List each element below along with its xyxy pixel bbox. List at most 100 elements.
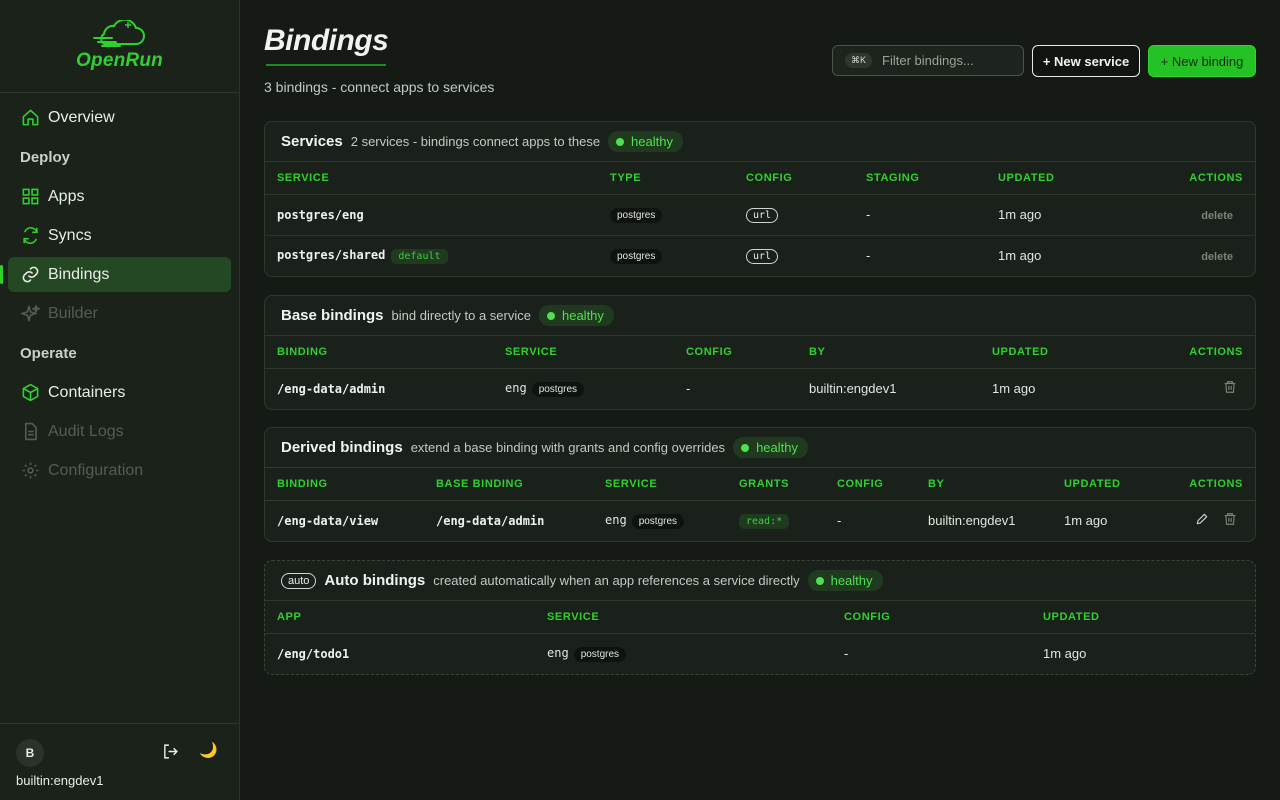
panel-desc: created automatically when an app refere… <box>433 573 800 588</box>
nav-section-deploy: Deploy <box>20 148 71 166</box>
nav-section-operate: Operate <box>20 344 77 362</box>
app-name[interactable]: /eng/todo1 <box>277 647 349 661</box>
panel-desc: bind directly to a service <box>391 308 531 323</box>
grant-tag: read:* <box>739 514 790 530</box>
sidebar-item-configuration[interactable]: Configuration <box>8 453 231 488</box>
binding-name[interactable]: /eng-data/admin <box>277 382 385 396</box>
health-badge: healthy <box>608 131 683 152</box>
new-service-button[interactable]: + New service <box>1032 45 1140 77</box>
base-bindings-panel: Base bindings bind directly to a service… <box>264 295 1256 410</box>
filter-box[interactable]: ⌘K <box>832 45 1024 76</box>
type-tag: postgres <box>631 514 685 530</box>
pencil-icon[interactable] <box>1195 512 1209 529</box>
column-header: STAGING <box>854 162 986 195</box>
sidebar-item-label: Syncs <box>48 226 92 244</box>
auto-bindings-table: APP SERVICE CONFIG UPDATED /eng/todo1 en… <box>265 601 1255 674</box>
logo[interactable]: OpenRun <box>0 0 239 93</box>
derived-bindings-panel: Derived bindings extend a base binding w… <box>264 427 1256 542</box>
sidebar-item-label: Configuration <box>48 461 144 479</box>
table-row[interactable]: /eng-data/view /eng-data/admin eng postgr… <box>265 500 1255 541</box>
delete-button[interactable]: delete <box>1201 210 1233 222</box>
sidebar-item-label: Audit Logs <box>48 422 124 440</box>
panel-desc: 2 services - bindings connect apps to th… <box>350 134 601 149</box>
table-row[interactable]: /eng/todo1 eng postgres - 1m ago <box>265 633 1255 674</box>
staging-value: - <box>866 248 871 264</box>
link-icon <box>20 265 40 285</box>
updated-value: 1m ago <box>1043 646 1087 662</box>
sidebar-item-label: Apps <box>48 187 85 205</box>
by-value: builtin:engdev1 <box>928 513 1016 529</box>
panel-title: Derived bindings <box>281 439 403 456</box>
title-underline <box>266 64 386 66</box>
config-tag: url <box>746 208 779 223</box>
base-bindings-table: BINDING SERVICE CONFIG BY UPDATED ACTION… <box>265 336 1255 409</box>
panel-title: Services <box>281 133 343 150</box>
sidebar-nav: Overview Deploy Apps Syncs Bindings Buil <box>0 100 231 492</box>
new-binding-button[interactable]: + New binding <box>1148 45 1256 77</box>
sidebar-item-bindings[interactable]: Bindings <box>0 257 231 292</box>
services-header: Services 2 services - bindings connect a… <box>265 122 1255 162</box>
column-header: UPDATED <box>986 162 1116 195</box>
current-user: builtin:engdev1 <box>16 773 104 788</box>
column-header: APP <box>265 601 535 634</box>
health-dot-icon <box>546 311 555 320</box>
column-header: CONFIG <box>674 336 797 369</box>
type-tag: postgres <box>610 249 663 265</box>
column-header: CONFIG <box>832 601 1031 634</box>
table-row[interactable]: postgres/shared default postgres url - 1m… <box>265 235 1255 276</box>
sidebar-item-audit-logs[interactable]: Audit Logs <box>8 414 231 449</box>
service-name: eng <box>505 381 527 396</box>
column-header: UPDATED <box>1031 601 1255 634</box>
config-value: - <box>686 381 691 397</box>
sidebar-item-label: Bindings <box>48 265 110 283</box>
health-badge: healthy <box>733 437 808 458</box>
shortcut-badge: ⌘K <box>845 53 873 68</box>
logout-icon[interactable] <box>162 743 179 763</box>
sidebar-item-containers[interactable]: Containers <box>8 375 231 410</box>
config-tag: url <box>746 249 779 265</box>
service-name[interactable]: postgres/shared <box>277 248 385 262</box>
base-bindings-header: Base bindings bind directly to a service… <box>265 296 1255 336</box>
service-name[interactable]: postgres/eng <box>277 208 364 222</box>
column-header: ACTIONS <box>1116 162 1255 195</box>
column-header: BY <box>916 468 1052 501</box>
updated-value: 1m ago <box>986 194 1116 236</box>
health-label: healthy <box>830 573 873 588</box>
grid-icon <box>20 187 40 207</box>
staging-value: - <box>854 194 986 236</box>
logo-text: OpenRun <box>76 50 163 71</box>
column-header: BINDING <box>265 336 493 369</box>
service-name: eng <box>547 646 569 661</box>
health-badge: healthy <box>807 570 883 591</box>
trash-icon[interactable] <box>1223 380 1237 397</box>
binding-name[interactable]: /eng-data/view <box>277 514 378 528</box>
column-header: GRANTS <box>727 468 825 501</box>
derived-bindings-table: BINDING BASE BINDING SERVICE GRANTS CONF… <box>265 468 1255 541</box>
sidebar-item-overview[interactable]: Overview <box>8 100 231 135</box>
auto-bindings-header: auto Auto bindings created automatically… <box>265 561 1255 601</box>
column-header: TYPE <box>598 162 734 195</box>
panel-title: Base bindings <box>281 307 384 324</box>
gear-icon <box>20 461 40 481</box>
sidebar: OpenRun Overview Deploy Apps Syncs Bindi… <box>0 0 240 800</box>
column-header: BY <box>797 336 980 369</box>
sidebar-item-syncs[interactable]: Syncs <box>8 218 231 253</box>
avatar[interactable]: B <box>16 739 44 767</box>
health-label: healthy <box>561 308 604 323</box>
trash-icon[interactable] <box>1223 512 1237 529</box>
column-header: CONFIG <box>825 468 916 501</box>
table-row[interactable]: /eng-data/admin eng postgres - builtin:en… <box>265 368 1255 409</box>
theme-toggle-moon-icon[interactable]: 🌙 <box>199 741 218 759</box>
column-header: SERVICE <box>265 162 598 195</box>
column-header: SERVICE <box>493 336 674 369</box>
filter-input[interactable] <box>882 53 1013 68</box>
delete-button[interactable]: delete <box>1201 251 1233 263</box>
home-icon <box>20 108 40 128</box>
table-row[interactable]: postgres/eng postgres url - 1m ago delet… <box>265 194 1255 236</box>
sidebar-item-apps[interactable]: Apps <box>8 179 231 214</box>
health-badge: healthy <box>538 305 614 326</box>
config-value: - <box>844 646 849 662</box>
column-header: UPDATED <box>980 336 1130 369</box>
sidebar-item-builder[interactable]: Builder <box>8 296 231 331</box>
base-binding-name[interactable]: /eng-data/admin <box>436 514 544 528</box>
